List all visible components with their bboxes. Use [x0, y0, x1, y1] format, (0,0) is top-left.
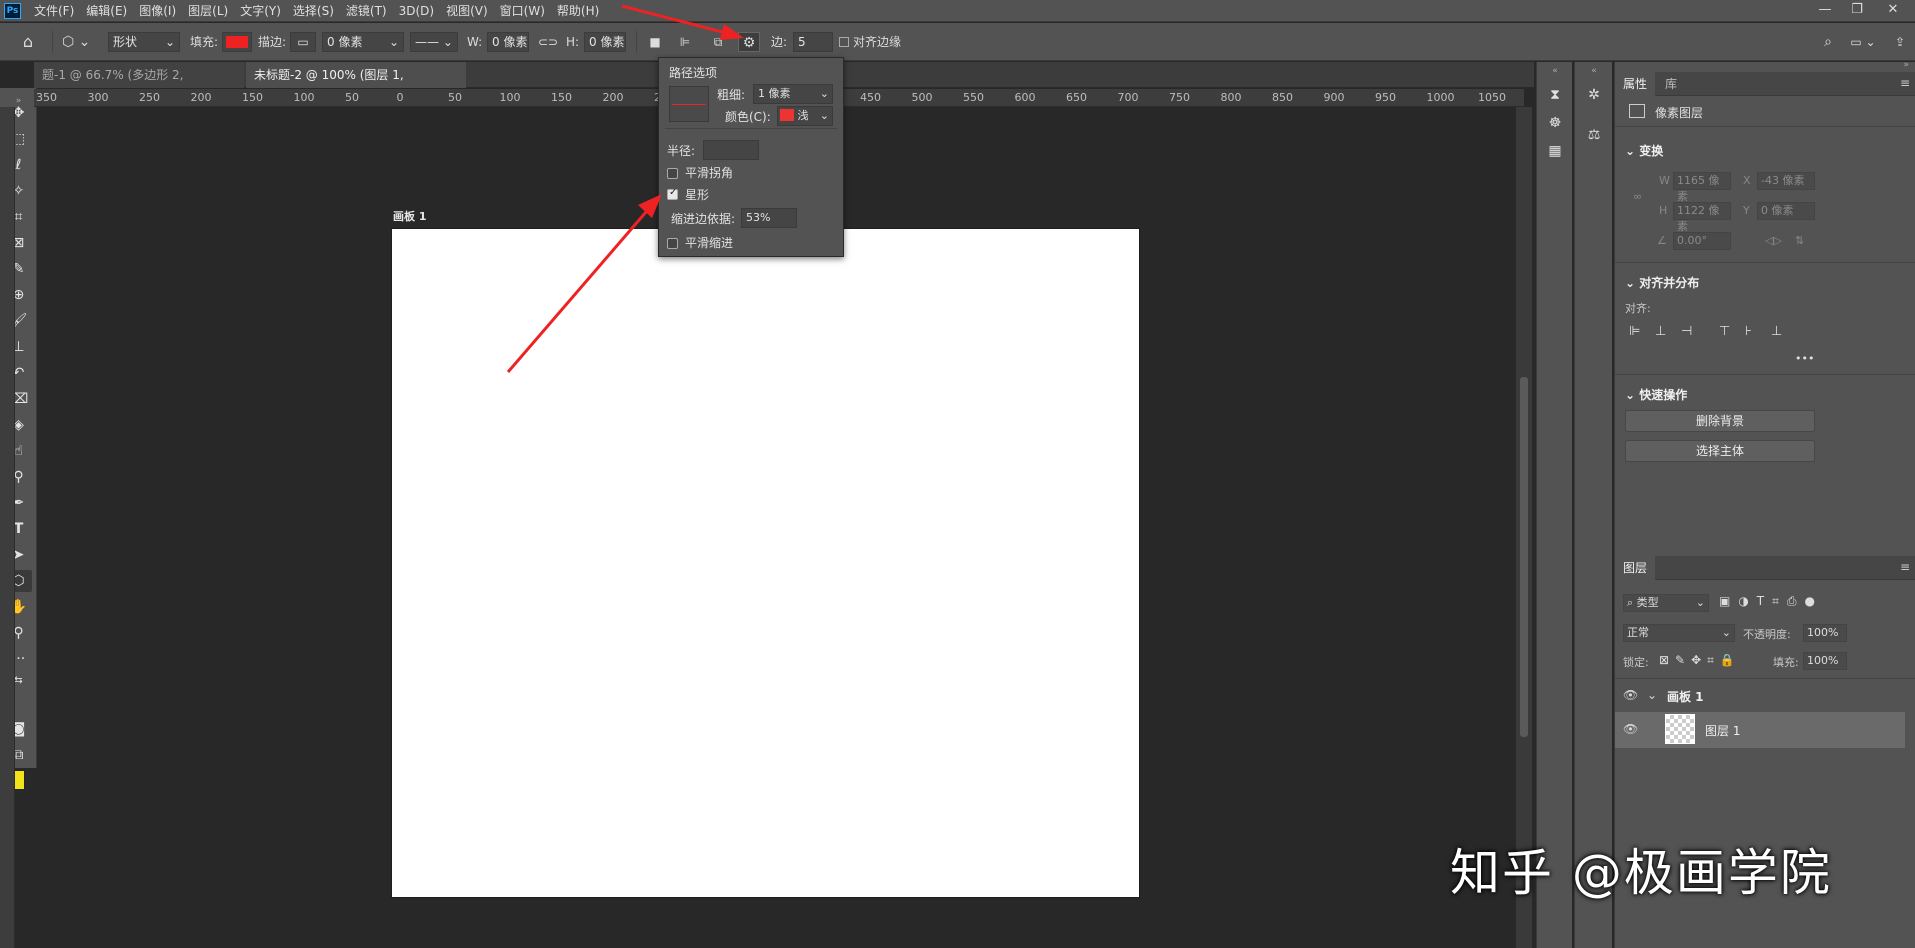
watermark: 知乎 @极画学院 — [1450, 844, 1832, 902]
arrow-to-gear — [621, 4, 731, 36]
annotation-arrows — [506, 4, 744, 373]
arrow-to-star — [506, 211, 648, 373]
arrowhead-gear — [720, 24, 744, 40]
arrowhead-star — [638, 194, 662, 218]
